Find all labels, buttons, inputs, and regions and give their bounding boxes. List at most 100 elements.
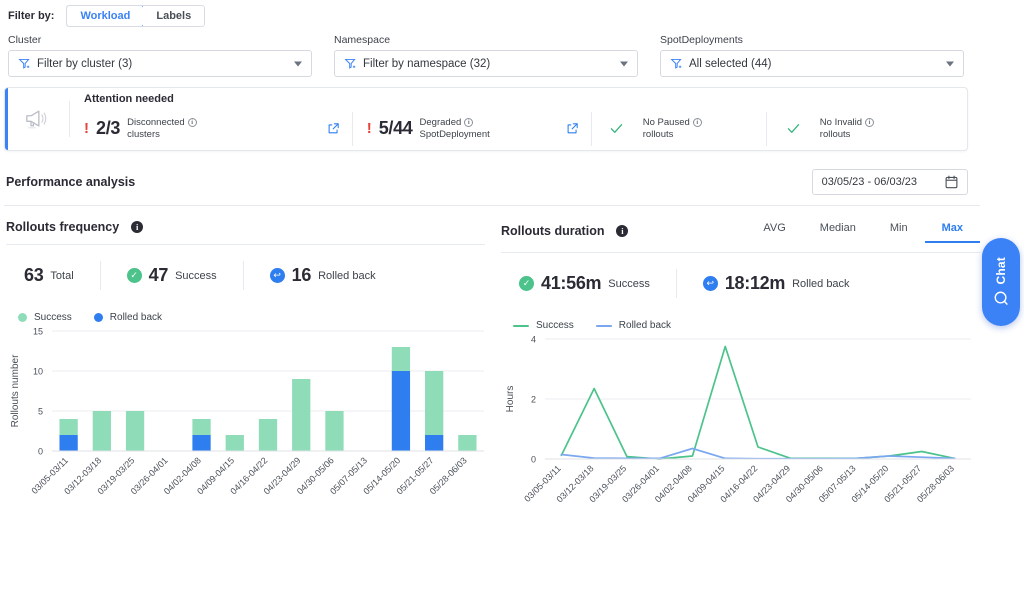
legend-item-success[interactable]: Success — [18, 312, 72, 323]
date-range-picker[interactable]: 03/05/23 - 06/03/23 — [812, 169, 968, 195]
disconnected-line1: Disconnected — [127, 117, 185, 128]
disconnected-clusters-value: 2/3 — [96, 118, 120, 139]
legend-item-rolled-back[interactable]: Rolled back — [94, 312, 162, 323]
tab-max[interactable]: Max — [925, 220, 980, 242]
stat-degraded-spotdeployment: ! 5/44 Degradedi SpotDeployment — [367, 117, 490, 141]
no-paused-line1: No Paused — [643, 117, 690, 128]
kpi-duration-success-label: Success — [608, 278, 650, 290]
no-paused-label: No Pausedi rollouts — [643, 117, 702, 141]
degraded-label: Degradedi SpotDeployment — [420, 117, 490, 141]
tab-avg[interactable]: AVG — [746, 220, 802, 242]
degraded-value: 5/44 — [379, 118, 413, 139]
bar-segment-success — [259, 419, 277, 451]
cluster-filter-label: Cluster — [8, 34, 312, 46]
banner-title: Attention needed — [84, 93, 967, 105]
degraded-spotdeployment-external-link[interactable] — [554, 122, 591, 135]
kpi-success-label: Success — [175, 270, 217, 282]
namespace-filter-field: Namespace Filter by namespace (32) — [334, 34, 638, 77]
y-tick-label: 2 — [531, 394, 536, 404]
bar-segment-success — [425, 371, 443, 435]
kpi-duration-rolled-back: ↩ 18:12m Rolled back — [676, 269, 876, 298]
disconnected-clusters-external-link[interactable] — [315, 122, 352, 135]
filter-by-label: Filter by: — [8, 10, 54, 22]
legend-item-duration-success[interactable]: Success — [513, 320, 574, 331]
disconnected-line2: clusters — [127, 129, 160, 140]
bar-segment-success — [59, 419, 77, 435]
y-axis-label: Hours — [505, 386, 516, 413]
kpi-rolled-back-value: 16 — [292, 265, 311, 286]
legend-label-duration-rolled-back: Rolled back — [619, 320, 671, 331]
filter-icon — [670, 57, 683, 70]
kpi-duration-success: ✓ 41:56m Success — [501, 269, 676, 298]
bar-segment-success — [392, 347, 410, 371]
cluster-filter-select[interactable]: Filter by cluster (3) — [8, 50, 312, 77]
filter-fields: Cluster Filter by cluster (3) Namespace … — [0, 26, 1024, 87]
dashboard-page: Filter by: Workload Labels Cluster Filte… — [0, 0, 1024, 603]
bar-segment-rolled-back — [425, 435, 443, 451]
date-range-value: 03/05/23 - 06/03/23 — [822, 176, 917, 188]
kpi-total-value: 63 — [24, 265, 43, 286]
bar-segment-success — [292, 379, 310, 451]
legend-line-rolled-back — [596, 325, 612, 327]
kpi-total-label: Total — [50, 270, 73, 282]
cluster-filter-value: Filter by cluster (3) — [37, 58, 132, 70]
stat-divider — [352, 112, 353, 146]
no-invalid-line1: No Invalid — [820, 117, 862, 128]
check-icon — [787, 123, 800, 134]
no-invalid-line2: rollouts — [820, 129, 851, 140]
success-check-icon: ✓ — [127, 268, 142, 283]
duration-metric-tabs: AVG Median Min Max — [746, 220, 980, 242]
megaphone-icon — [5, 88, 69, 150]
info-icon[interactable]: i — [188, 118, 197, 127]
duration-kpis: ✓ 41:56m Success ↩ 18:12m Rolled back — [501, 253, 980, 312]
legend-dot-success — [18, 313, 27, 322]
segment-labels[interactable]: Labels — [143, 6, 204, 26]
y-tick-label: 15 — [33, 326, 43, 336]
degraded-line1: Degraded — [420, 117, 462, 128]
bar-segment-success — [93, 411, 111, 451]
line-series-rolled-back — [561, 449, 954, 459]
page-title: Performance analysis — [6, 175, 135, 189]
bar-segment-rolled-back — [392, 371, 410, 451]
calendar-icon — [945, 175, 958, 189]
namespace-filter-label: Namespace — [334, 34, 638, 46]
y-tick-label: 4 — [531, 334, 536, 344]
chevron-down-icon — [946, 61, 954, 66]
info-icon[interactable]: i — [464, 118, 473, 127]
check-icon — [610, 123, 623, 134]
info-icon[interactable]: i — [693, 118, 702, 127]
kpi-success: ✓ 47 Success — [100, 261, 243, 290]
analysis-panels: Rollouts frequency i 63 Total ✓ 47 Succe… — [0, 206, 1024, 543]
cluster-filter-field: Cluster Filter by cluster (3) — [8, 34, 312, 77]
frequency-legend: Success Rolled back — [6, 304, 485, 323]
bar-segment-success — [226, 435, 244, 451]
namespace-filter-value: Filter by namespace (32) — [363, 58, 490, 70]
filter-by-row: Filter by: Workload Labels — [0, 0, 1024, 26]
performance-analysis-header: Performance analysis 03/05/23 - 06/03/23 — [0, 151, 1024, 205]
kpi-duration-success-value: 41:56m — [541, 273, 601, 294]
tab-min[interactable]: Min — [873, 220, 925, 242]
namespace-filter-select[interactable]: Filter by namespace (32) — [334, 50, 638, 77]
disconnected-clusters-label: Disconnectedi clusters — [127, 117, 197, 141]
stat-no-paused-rollouts: No Pausedi rollouts — [610, 117, 702, 141]
segment-workload[interactable]: Workload — [66, 5, 144, 27]
rollback-icon: ↩ — [270, 268, 285, 283]
chevron-down-icon — [620, 61, 628, 66]
info-icon[interactable]: i — [616, 225, 628, 237]
tab-median[interactable]: Median — [803, 220, 873, 242]
exclamation-icon: ! — [367, 121, 372, 136]
chat-widget-button[interactable]: Chat — [982, 238, 1020, 326]
stat-disconnected-clusters: ! 2/3 Disconnectedi clusters — [84, 117, 197, 141]
banner-stats: ! 2/3 Disconnectedi clusters ! — [84, 112, 967, 146]
duration-legend: Success Rolled back — [501, 312, 980, 331]
legend-label-duration-success: Success — [536, 320, 574, 331]
stat-divider — [766, 112, 767, 146]
kpi-duration-rolled-back-value: 18:12m — [725, 273, 785, 294]
spotdeployments-filter-label: SpotDeployments — [660, 34, 964, 46]
bar-segment-rolled-back — [192, 435, 210, 451]
info-icon[interactable]: i — [131, 221, 143, 233]
legend-item-duration-rolled-back[interactable]: Rolled back — [596, 320, 671, 331]
info-icon[interactable]: i — [865, 118, 874, 127]
spotdeployments-filter-select[interactable]: All selected (44) — [660, 50, 964, 77]
filter-type-segmented-control[interactable]: Workload Labels — [66, 5, 205, 27]
